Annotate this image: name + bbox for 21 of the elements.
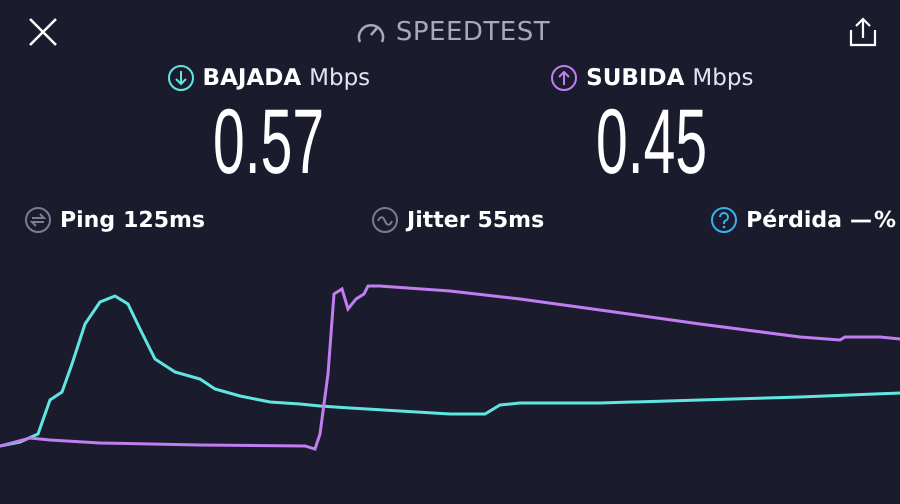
ping-icon [24, 206, 52, 234]
upload-icon [550, 64, 578, 92]
metric-value: — [850, 208, 872, 232]
speed-value: 0.45 [596, 92, 708, 192]
metric-unit: % [874, 208, 896, 232]
close-button[interactable] [28, 17, 58, 47]
speed-unit: Mbps [309, 65, 370, 91]
speed-label: SUBIDA [586, 65, 684, 91]
speed-label: BAJADA [202, 65, 302, 91]
metric-value: 55ms [478, 208, 544, 232]
metric-label: Jitter [407, 208, 470, 232]
app-title: SPEEDTEST [396, 17, 550, 47]
speed-unit: Mbps [692, 65, 754, 91]
metric-label: Ping [60, 208, 116, 232]
metric-value: 125ms [123, 208, 206, 232]
jitter-icon [371, 206, 400, 234]
speed-value: 0.57 [212, 92, 324, 192]
download-icon [166, 64, 195, 92]
help-icon [710, 206, 738, 234]
share-button[interactable] [848, 16, 878, 48]
metric-label: Pérdida [746, 208, 842, 232]
